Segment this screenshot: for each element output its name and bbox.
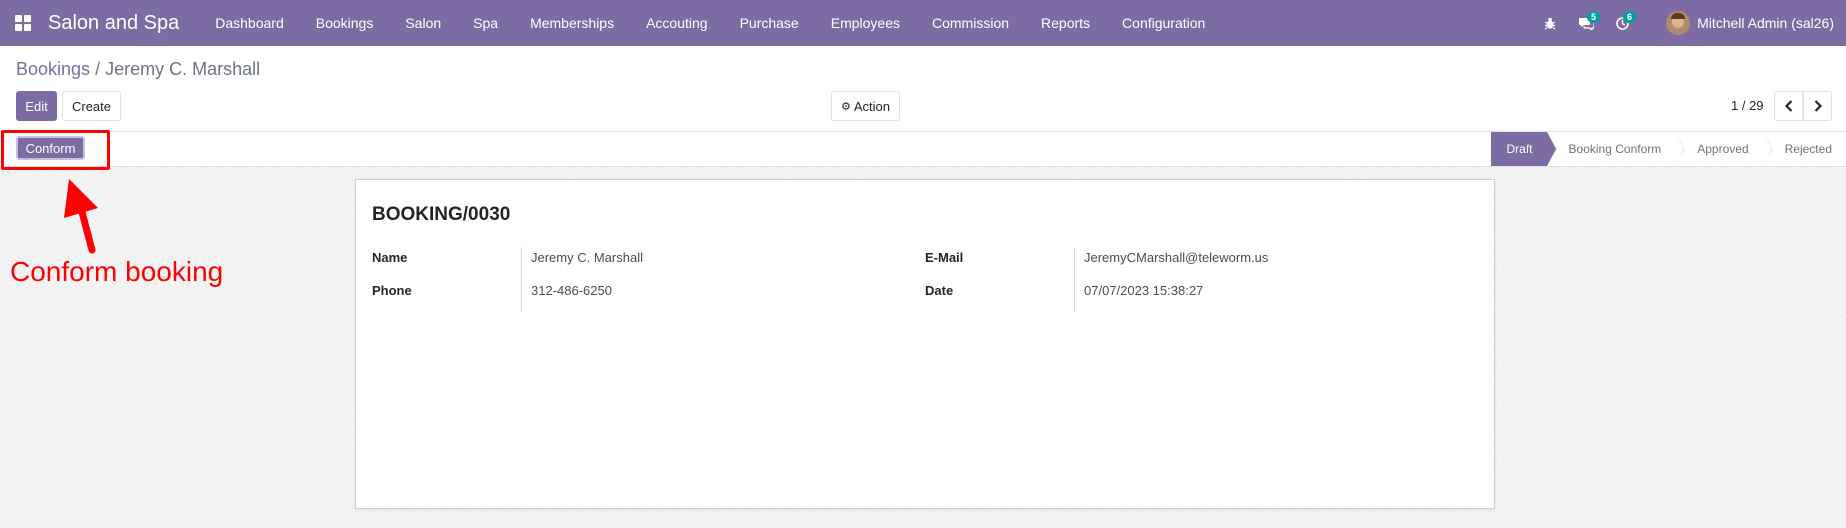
menu-item-configuration[interactable]: Configuration [1106, 0, 1221, 46]
edit-button[interactable]: Edit [16, 91, 57, 121]
bug-icon[interactable] [1532, 0, 1568, 46]
apps-menu-icon[interactable] [0, 0, 46, 46]
control-panel: Bookings / Jeremy C. Marshall Edit Creat… [0, 46, 1846, 132]
menu-item-commission[interactable]: Commission [916, 0, 1025, 46]
chevron-left-icon [1784, 100, 1792, 112]
top-navbar: Salon and Spa Dashboard Bookings Salon S… [0, 0, 1846, 46]
phone-value[interactable]: 312-486-6250 [531, 283, 612, 298]
breadcrumb: Bookings / Jeremy C. Marshall [16, 59, 260, 80]
stage-rejected[interactable]: Rejected [1763, 132, 1846, 166]
user-name: Mitchell Admin (sal26) [1697, 15, 1834, 31]
app-brand[interactable]: Salon and Spa [48, 12, 179, 35]
breadcrumb-bookings-link[interactable]: Bookings [16, 59, 90, 79]
email-label: E-Mail [925, 250, 964, 265]
avatar [1666, 11, 1691, 35]
gear-icon: ⚙ [840, 100, 851, 113]
phone-label: Phone [372, 283, 412, 298]
name-phone-divider [521, 247, 522, 312]
pager-previous-button[interactable] [1774, 91, 1803, 121]
form-sheet: BOOKING/0030 Name Jeremy C. Marshall Pho… [355, 179, 1495, 509]
action-label: Action [853, 98, 890, 114]
name-label: Name [372, 250, 408, 265]
breadcrumb-current: Jeremy C. Marshall [105, 59, 261, 79]
name-value[interactable]: Jeremy C. Marshall [531, 250, 643, 265]
menu-item-dashboard[interactable]: Dashboard [199, 0, 300, 46]
navbar-systray: 5 6 Mitchell Admin (sal26) [1532, 0, 1846, 46]
menu-item-salon[interactable]: Salon [389, 0, 457, 46]
create-button[interactable]: Create [62, 91, 121, 121]
status-stages: Draft Booking Conform Approved Rejected [1490, 132, 1846, 166]
date-value[interactable]: 07/07/2023 15:38:27 [1084, 283, 1203, 298]
main-menu: Dashboard Bookings Salon Spa Memberships… [199, 0, 1221, 46]
form-statusbar: Conform Draft Booking Conform Approved R… [0, 132, 1846, 167]
activity-clock-icon[interactable]: 6 [1604, 0, 1640, 46]
pager-value[interactable]: 1 / 29 [1731, 98, 1764, 113]
user-menu[interactable]: Mitchell Admin (sal26) [1666, 11, 1834, 35]
breadcrumb-separator: / [95, 59, 101, 79]
email-date-divider [1074, 247, 1075, 312]
activities-badge: 6 [1623, 11, 1637, 23]
stage-approved[interactable]: Approved [1675, 132, 1774, 166]
email-value[interactable]: JeremyCMarshall@teleworm.us [1084, 250, 1268, 265]
menu-item-memberships[interactable]: Memberships [514, 0, 630, 46]
conform-button[interactable]: Conform [16, 136, 85, 160]
stage-draft[interactable]: Draft [1490, 132, 1557, 166]
stage-booking-conform[interactable]: Booking Conform [1547, 132, 1685, 166]
annotation-arrow-icon [64, 179, 98, 254]
menu-item-employees[interactable]: Employees [815, 0, 916, 46]
action-button[interactable]: ⚙ Action [831, 91, 900, 121]
pager-next-button[interactable] [1803, 91, 1832, 121]
menu-item-spa[interactable]: Spa [457, 0, 514, 46]
messages-badge: 5 [1587, 11, 1601, 23]
menu-item-purchase[interactable]: Purchase [724, 0, 815, 46]
chat-icon[interactable]: 5 [1568, 0, 1604, 46]
annotation-text: Conform booking [10, 256, 224, 287]
menu-item-bookings[interactable]: Bookings [300, 0, 390, 46]
chevron-right-icon [1814, 100, 1822, 112]
menu-item-accouting[interactable]: Accouting [630, 0, 723, 46]
date-label: Date [925, 283, 954, 298]
booking-reference: BOOKING/0030 [372, 204, 511, 225]
menu-item-reports[interactable]: Reports [1025, 0, 1106, 46]
